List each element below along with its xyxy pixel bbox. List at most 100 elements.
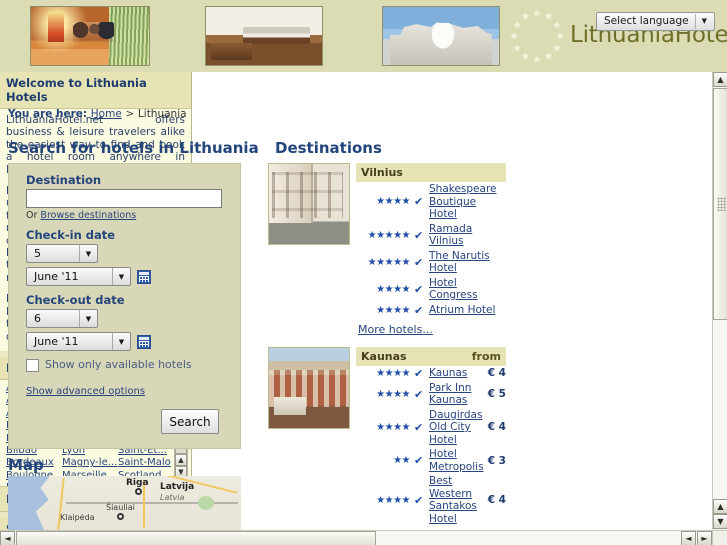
vertical-scrollbar-thumb[interactable] [713, 88, 727, 320]
checkin-month-select[interactable]: June '11 ▼ [26, 267, 131, 286]
select-language-label: Select language [603, 15, 689, 27]
hotel-price: € 4 [487, 421, 506, 434]
browser-page: ★★★★★★★★★★★★ LithuaniaHotel.net Welcome … [0, 0, 727, 545]
city-name: Vilnius [361, 166, 403, 179]
select-language-dropdown[interactable]: Select language ▼ [595, 12, 715, 31]
breadcrumb-prefix: You are here: [8, 108, 88, 120]
star-icon: ★ [513, 20, 522, 31]
hotel-row: ★★★★ ✔ Park Inn Kaunas € 5 [356, 381, 506, 408]
banner-thumbnail-lobby [30, 6, 150, 66]
vertical-scrollbar[interactable]: ▲ ▲ ▼ [712, 72, 727, 545]
destination-input[interactable] [26, 189, 222, 208]
checkout-day-value: 6 [34, 312, 41, 325]
calendar-icon-2[interactable] [137, 335, 151, 349]
scrollbar-corner [712, 530, 727, 545]
map-section-heading: Map [8, 456, 44, 474]
star-icon: ★ [552, 20, 561, 31]
checkin-label: Check-in date [26, 228, 116, 242]
hotel-link[interactable]: Shakespeare Boutique Hotel [429, 183, 499, 221]
star-rating: ★★★★★ [367, 256, 411, 268]
kaunas-hotel-list: Kaunas from ★★★★ ✔ Kaunas € 4 ★★★★ ✔ Par… [356, 346, 506, 535]
map-label-klaipeda: Klaipėda [60, 513, 95, 522]
checkout-month-value: June '11 [34, 335, 79, 348]
scrollbar-grip-icon [717, 197, 726, 211]
scroll-down-icon[interactable]: ▲ [175, 453, 187, 466]
hotel-row: ★★★★ ✔ Daugirdas Old City Hotel € 4 [356, 408, 506, 448]
hotel-price: € 5 [487, 388, 506, 400]
checkout-day-select[interactable]: 6 ▼ [26, 309, 98, 328]
scroll-right-icon[interactable]: ► [697, 531, 712, 545]
vilnius-header: Vilnius [356, 163, 506, 182]
city-link[interactable]: Saint-Malo [118, 457, 174, 469]
star-rating: ★★★★ [376, 388, 410, 400]
available-hotels-label: Show only available hotels [45, 358, 192, 371]
breadcrumb-home-link[interactable]: Home [91, 108, 122, 120]
destinations-section-heading: Destinations [275, 139, 382, 157]
hotel-link[interactable]: Hotel Congress [429, 277, 499, 302]
star-rating: ★★★★★ [367, 229, 411, 241]
star-icon: ★ [533, 55, 542, 65]
calendar-icon[interactable] [137, 270, 151, 284]
hotel-row: ★★ ✔ Hotel Metropolis € 3 [356, 447, 506, 474]
hotel-link[interactable]: Park Inn Kaunas [429, 382, 481, 407]
hotel-row: ★★★★ ✔ Kaunas € 4 [356, 366, 506, 381]
show-advanced-options-link[interactable]: Show advanced options [26, 386, 145, 397]
checkout-month-select[interactable]: June '11 ▼ [26, 332, 131, 351]
hotel-row: ★★★★★ ✔ Ramada Vilnius [356, 222, 506, 249]
horizontal-scrollbar[interactable]: ◄ ◄ ► [0, 530, 712, 545]
star-rating: ★★★★ [376, 421, 410, 433]
verified-check-icon: ✔ [414, 366, 424, 380]
checkout-label: Check-out date [26, 293, 125, 307]
destinations-panel: Vilnius ★★★★ ✔ Shakespeare Boutique Hote… [268, 163, 506, 535]
verified-check-icon: ✔ [414, 228, 424, 242]
hotel-link[interactable]: Atrium Hotel [429, 304, 499, 317]
scroll-up-icon-2[interactable]: ▲ [713, 499, 727, 514]
scroll-up-icon[interactable]: ▲ [713, 72, 727, 87]
hotel-link[interactable]: Kaunas [429, 367, 481, 380]
browse-destinations-link[interactable]: Browse destinations [40, 210, 136, 221]
map-city-dot-riga [135, 488, 142, 495]
verified-check-icon: ✔ [414, 255, 424, 269]
hotel-row: ★★★★ ✔ Atrium Hotel [356, 303, 506, 318]
star-rating: ★★★★ [376, 196, 410, 208]
star-icon: ★ [513, 43, 522, 54]
available-hotels-checkbox[interactable] [26, 359, 39, 372]
map-label-latvia: Latvia [160, 493, 185, 502]
hotel-price: € 4 [487, 494, 506, 506]
hotel-link[interactable]: Daugirdas Old City Hotel [429, 409, 482, 447]
star-rating: ★★★★ [376, 494, 410, 506]
horizontal-scrollbar-thumb[interactable] [16, 531, 376, 545]
search-button[interactable]: Search [161, 409, 219, 434]
star-rating: ★★★★ [376, 367, 410, 379]
eu-stars-icon: ★ ★ ★ ★ ★ ★ ★ ★ ★ ★ ★ ★ [508, 8, 566, 66]
hotel-link[interactable]: The Narutis Hotel [429, 250, 499, 275]
city-link[interactable]: Magny-le... [62, 457, 118, 469]
checkin-month-value: June '11 [34, 270, 79, 283]
breadcrumb-separator: > [125, 108, 135, 120]
map-city-dot-siauliai [117, 513, 124, 520]
hotel-link[interactable]: Ramada Vilnius [429, 223, 499, 248]
verified-check-icon: ✔ [414, 303, 424, 317]
verified-check-icon: ✔ [414, 195, 424, 209]
hotel-link[interactable]: Best Western Santakos Hotel [429, 475, 481, 525]
star-rating: ★★★★ [376, 283, 410, 295]
hotel-link[interactable]: Hotel Metropolis [429, 448, 484, 473]
scroll-left-icon-2[interactable]: ◄ [681, 531, 696, 545]
from-label: from [471, 349, 501, 363]
more-hotels-link[interactable]: More hotels... [356, 321, 433, 336]
map-forest [198, 496, 214, 510]
search-section-heading: Search for hotels in Lithuania [8, 139, 259, 157]
hotel-row: ★★★★ ✔ Shakespeare Boutique Hotel [356, 182, 506, 222]
star-icon: ★ [533, 9, 542, 19]
city-name: Kaunas [361, 349, 407, 363]
scroll-down-icon[interactable]: ▼ [713, 514, 727, 529]
star-icon: ★ [521, 51, 530, 62]
destination-label: Destination [26, 173, 102, 187]
scroll-left-icon[interactable]: ◄ [0, 531, 15, 545]
vilnius-hotel-list: Vilnius ★★★★ ✔ Shakespeare Boutique Hote… [356, 163, 506, 337]
star-rating: ★★★★ [376, 304, 410, 316]
lithuania-map[interactable]: Riga Latvija Latvia Šiauliai Klaipėda [8, 476, 241, 530]
star-icon: ★ [544, 12, 553, 23]
hotel-row: ★★★★★ ✔ The Narutis Hotel [356, 249, 506, 276]
checkin-day-select[interactable]: 5 ▼ [26, 244, 98, 263]
